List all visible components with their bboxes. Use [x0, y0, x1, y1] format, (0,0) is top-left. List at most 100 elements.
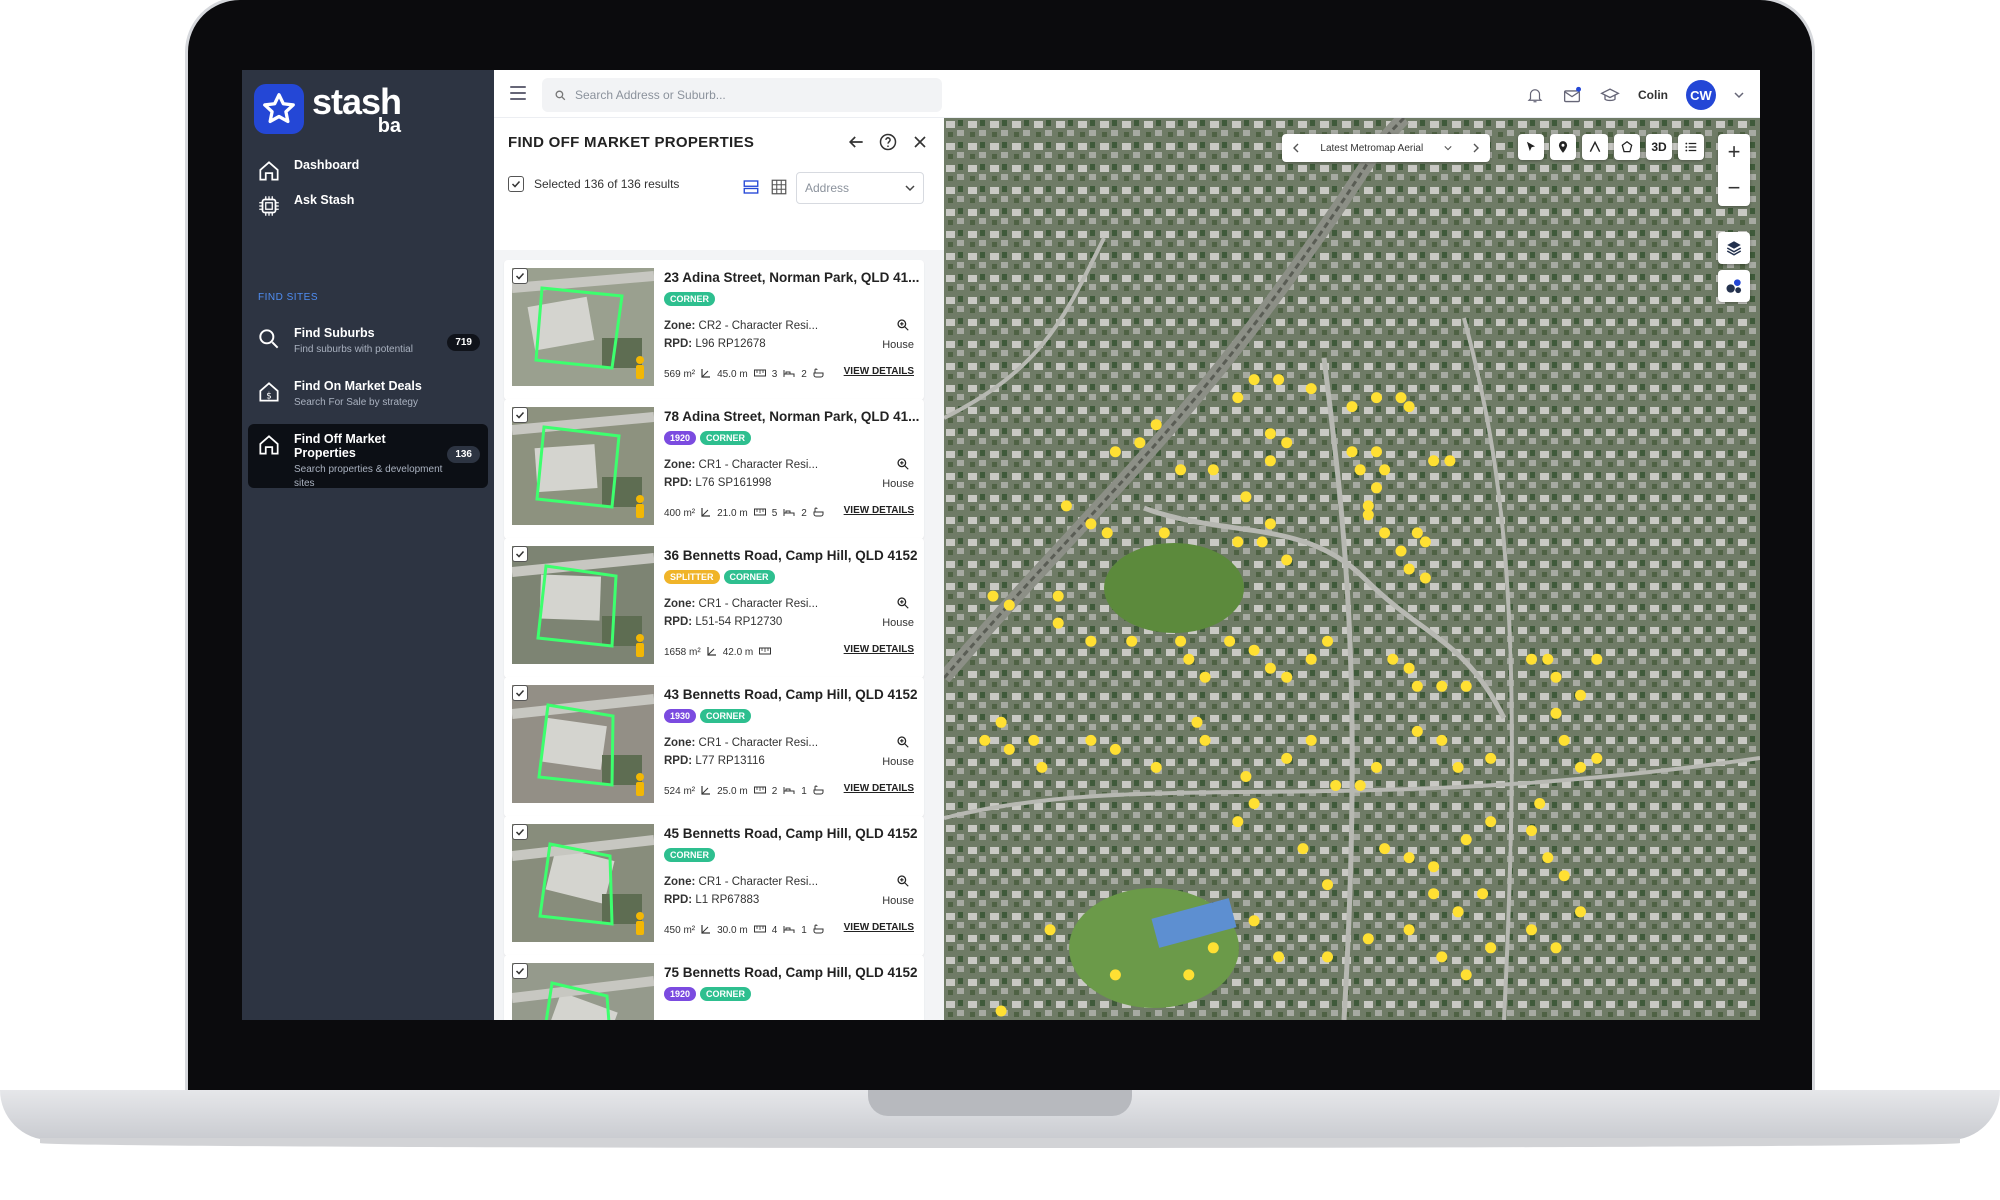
property-marker[interactable] [1003, 743, 1015, 755]
property-marker[interactable] [1403, 662, 1415, 674]
property-marker[interactable] [1224, 635, 1236, 647]
table-view-icon[interactable] [770, 178, 788, 196]
property-marker[interactable] [1346, 401, 1358, 413]
view-details-link[interactable]: VIEW DETAILS [844, 783, 914, 794]
3d-tool[interactable]: 3D [1646, 134, 1672, 160]
cluster-button[interactable] [1718, 270, 1750, 302]
street-view-person-icon[interactable] [636, 495, 644, 518]
property-marker[interactable] [1460, 969, 1472, 981]
property-marker[interactable] [1248, 644, 1260, 656]
list-tool[interactable] [1678, 134, 1704, 160]
sidebar-item-find-on-market[interactable]: $ Find On Market Deals Search For Sale b… [248, 371, 488, 418]
property-card[interactable]: 75 Bennetts Road, Camp Hill, QLD 4152 19… [504, 955, 924, 1020]
user-name[interactable]: Colin [1638, 88, 1668, 102]
property-marker[interactable] [1371, 761, 1382, 773]
property-marker[interactable] [1028, 734, 1040, 746]
property-address[interactable]: 78 Adina Street, Norman Park, QLD 41... [664, 409, 920, 424]
view-details-link[interactable]: VIEW DETAILS [844, 505, 914, 516]
property-address[interactable]: 43 Bennetts Road, Camp Hill, QLD 4152 [664, 687, 920, 702]
card-view-icon[interactable] [742, 178, 760, 196]
property-marker[interactable] [1305, 383, 1317, 395]
property-marker[interactable] [1477, 888, 1489, 900]
property-marker[interactable] [1052, 590, 1064, 602]
street-view-person-icon[interactable] [636, 634, 644, 657]
property-marker[interactable] [1281, 437, 1293, 449]
property-thumbnail[interactable] [512, 268, 654, 386]
help-icon[interactable] [878, 132, 898, 152]
aerial-map[interactable] [944, 118, 1760, 1020]
property-marker[interactable] [1232, 392, 1244, 404]
property-checkbox[interactable] [512, 407, 528, 423]
property-marker[interactable] [1371, 392, 1382, 404]
property-marker[interactable] [1297, 843, 1309, 855]
property-marker[interactable] [1542, 653, 1554, 665]
zoom-to-property-icon[interactable] [896, 318, 910, 332]
property-marker[interactable] [1558, 734, 1570, 746]
property-marker[interactable] [1526, 825, 1537, 837]
property-marker[interactable] [1150, 419, 1162, 431]
view-details-link[interactable]: VIEW DETAILS [844, 922, 914, 933]
property-marker[interactable] [1305, 734, 1317, 746]
property-marker[interactable] [1346, 446, 1358, 458]
sidebar-item-find-suburbs[interactable]: Find Suburbs Find suburbs with potential… [248, 318, 488, 365]
property-marker[interactable] [1305, 653, 1317, 665]
property-marker[interactable] [1371, 446, 1382, 458]
property-marker[interactable] [1199, 671, 1211, 683]
property-marker[interactable] [1264, 518, 1276, 530]
property-marker[interactable] [1207, 942, 1219, 954]
property-marker[interactable] [1379, 527, 1391, 539]
property-marker[interactable] [1183, 969, 1195, 981]
property-marker[interactable] [1558, 870, 1570, 882]
property-marker[interactable] [1232, 536, 1244, 548]
view-details-link[interactable]: VIEW DETAILS [844, 644, 914, 655]
logo[interactable]: stash ba [254, 84, 402, 136]
sidebar-item-ask-stash[interactable]: Ask Stash [248, 185, 488, 227]
property-marker[interactable] [1183, 653, 1195, 665]
property-checkbox[interactable] [512, 963, 528, 979]
sidebar-item-find-off-market[interactable]: Find Off Market Properties Search proper… [248, 424, 488, 489]
property-marker[interactable] [1379, 843, 1391, 855]
property-marker[interactable] [1403, 852, 1415, 864]
property-marker[interactable] [1452, 761, 1464, 773]
property-marker[interactable] [1052, 617, 1064, 629]
property-address[interactable]: 45 Bennetts Road, Camp Hill, QLD 4152 [664, 826, 920, 841]
layers-button[interactable] [1718, 232, 1750, 264]
property-marker[interactable] [1322, 879, 1333, 891]
property-marker[interactable] [1395, 392, 1407, 404]
property-marker[interactable] [1330, 780, 1342, 791]
property-marker[interactable] [1322, 951, 1333, 963]
property-marker[interactable] [1428, 455, 1440, 467]
property-marker[interactable] [1281, 671, 1293, 683]
street-view-person-icon[interactable] [636, 773, 644, 796]
property-marker[interactable] [1199, 734, 1211, 746]
property-checkbox[interactable] [512, 824, 528, 840]
property-marker[interactable] [1248, 374, 1260, 386]
property-checkbox[interactable] [512, 546, 528, 562]
graduation-cap-icon[interactable] [1600, 86, 1620, 104]
property-marker[interactable] [1526, 653, 1537, 665]
property-checkbox[interactable] [512, 685, 528, 701]
zoom-to-property-icon[interactable] [896, 596, 910, 610]
property-marker[interactable] [1085, 734, 1097, 746]
property-thumbnail[interactable] [512, 407, 654, 525]
property-marker[interactable] [1428, 888, 1440, 900]
property-marker[interactable] [1387, 653, 1399, 665]
property-marker[interactable] [1134, 437, 1146, 449]
mail-icon[interactable] [1562, 86, 1582, 104]
property-marker[interactable] [1591, 653, 1603, 665]
property-marker[interactable] [1354, 780, 1366, 791]
chevron-left-icon[interactable] [1292, 143, 1300, 153]
property-marker[interactable] [1273, 374, 1285, 386]
property-marker[interactable] [1419, 572, 1431, 584]
street-view-person-icon[interactable] [636, 912, 644, 935]
close-icon[interactable] [910, 132, 930, 152]
property-marker[interactable] [1281, 752, 1293, 764]
property-marker[interactable] [1175, 635, 1187, 647]
property-marker[interactable] [995, 1005, 1007, 1017]
zoom-to-property-icon[interactable] [896, 874, 910, 888]
property-marker[interactable] [1550, 671, 1562, 683]
property-marker[interactable] [1362, 509, 1374, 521]
property-marker[interactable] [1101, 527, 1113, 539]
property-marker[interactable] [1534, 798, 1546, 809]
property-marker[interactable] [1550, 942, 1562, 954]
